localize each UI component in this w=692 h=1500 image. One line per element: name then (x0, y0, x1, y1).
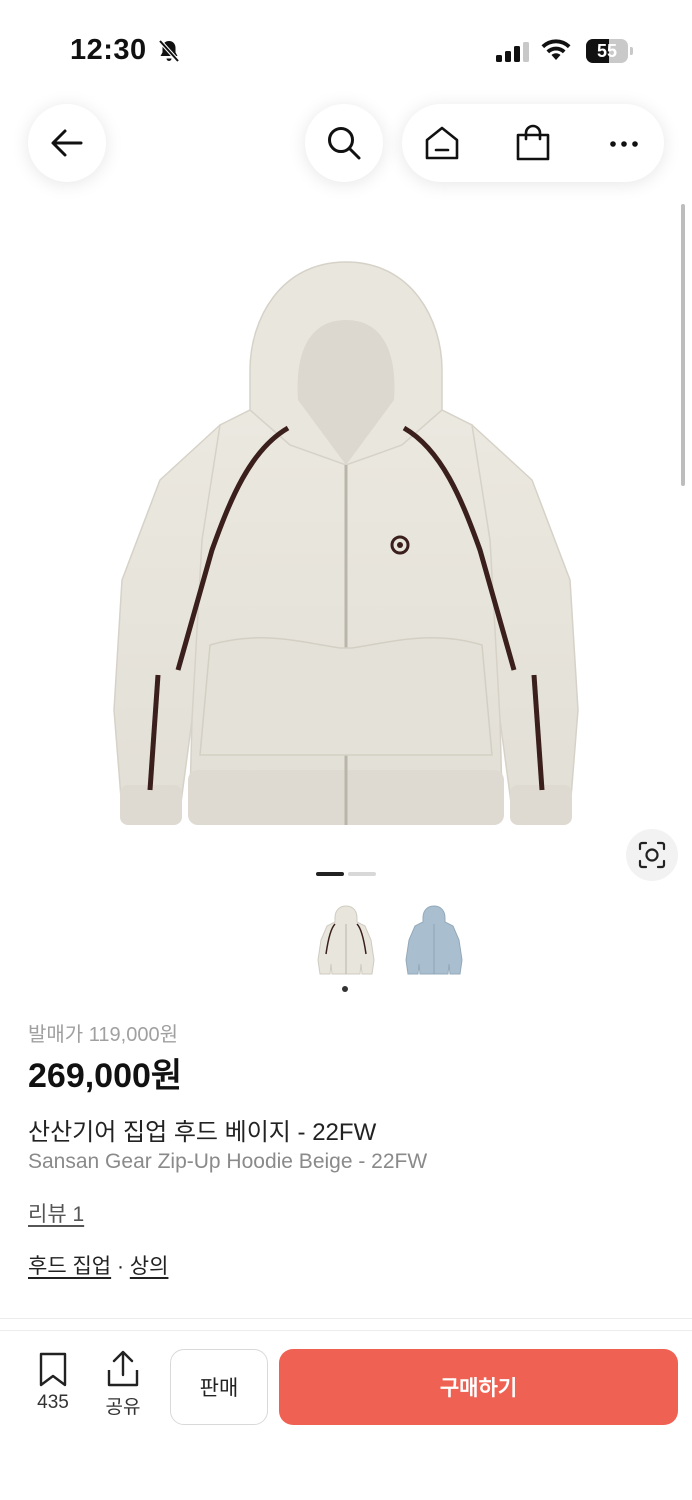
shopping-bag-icon (516, 124, 550, 161)
cell-signal-icon (496, 42, 529, 62)
product-image[interactable] (100, 250, 592, 840)
home-button[interactable] (420, 121, 464, 165)
share-icon (107, 1350, 139, 1387)
wifi-icon (541, 39, 571, 60)
back-arrow-icon (51, 129, 83, 157)
review-link[interactable]: 리뷰 1 (28, 1198, 84, 1228)
gallery-indicator-active (316, 872, 344, 876)
share-label: 공유 (105, 1397, 141, 1418)
more-button[interactable] (602, 121, 646, 165)
image-search-icon (638, 841, 666, 869)
share-button[interactable]: 공유 (100, 1350, 146, 1419)
category-link-top[interactable]: 상의 (130, 1255, 169, 1278)
cart-button[interactable] (511, 121, 555, 165)
search-button[interactable] (305, 104, 383, 182)
battery-percentage: 55 (596, 41, 618, 61)
category-link-hood-zipup[interactable]: 후드 집업 (28, 1255, 111, 1278)
product-name-korean: 산산기어 집업 후드 베이지 - 22FW (28, 1119, 377, 1146)
silent-bell-icon (158, 39, 180, 63)
status-time: 12:30 (70, 34, 147, 66)
nav-action-group (402, 104, 664, 182)
battery-indicator: 55 (586, 39, 628, 63)
search-icon (328, 127, 361, 160)
home-icon (425, 126, 459, 160)
bookmark-count: 435 (37, 1392, 69, 1413)
current-price: 269,000원 (28, 1057, 183, 1095)
release-price: 발매가 119,000원 (28, 1024, 178, 1046)
thumbnail-blue[interactable] (400, 898, 468, 982)
back-button[interactable] (28, 104, 106, 182)
gallery-indicator-inactive (348, 872, 376, 876)
category-breadcrumb: 후드 집업 · 상의 (28, 1250, 168, 1280)
buy-button[interactable]: 구매하기 (279, 1349, 678, 1425)
thumbnail-beige[interactable] (312, 898, 380, 982)
scrollbar[interactable] (681, 204, 685, 486)
product-name-english: Sansan Gear Zip-Up Hoodie Beige - 22FW (28, 1150, 428, 1173)
thumbnail-selected-dot (342, 986, 348, 992)
sell-button[interactable]: 판매 (170, 1349, 268, 1425)
image-search-button[interactable] (626, 829, 678, 881)
category-separator: · (111, 1255, 130, 1278)
bookmark-button[interactable]: 435 (28, 1352, 78, 1414)
battery-cap (630, 47, 633, 55)
divider (0, 1330, 692, 1331)
more-dots-icon (610, 141, 638, 147)
bookmark-icon (39, 1352, 67, 1387)
divider (0, 1318, 692, 1319)
